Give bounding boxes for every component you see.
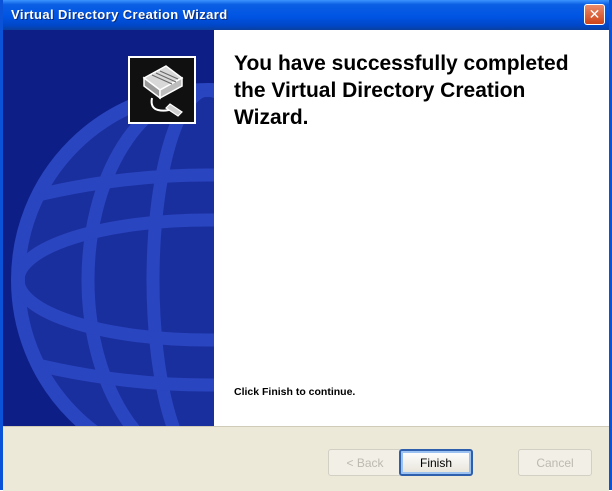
finish-button[interactable]: Finish xyxy=(399,449,473,476)
close-icon: ✕ xyxy=(588,6,601,23)
wizard-side-banner xyxy=(3,30,214,426)
close-button[interactable]: ✕ xyxy=(584,4,605,25)
title-bar[interactable]: Virtual Directory Creation Wizard ✕ xyxy=(3,0,609,30)
wizard-main-panel: You have successfully completed the Virt… xyxy=(214,30,609,426)
instruction-text: Click Finish to continue. xyxy=(234,386,356,398)
book-wizard-icon xyxy=(128,56,196,124)
cancel-button[interactable]: Cancel xyxy=(518,449,592,476)
window-title: Virtual Directory Creation Wizard xyxy=(11,7,228,22)
back-button[interactable]: < Back xyxy=(328,449,402,476)
wizard-content: You have successfully completed the Virt… xyxy=(3,30,609,426)
book-wizard-icon-graphic xyxy=(142,65,184,117)
wizard-window: Virtual Directory Creation Wizard ✕ You … xyxy=(0,0,612,491)
button-bar: < Back Finish Cancel xyxy=(3,426,609,491)
completion-heading: You have successfully completed the Virt… xyxy=(234,52,569,129)
